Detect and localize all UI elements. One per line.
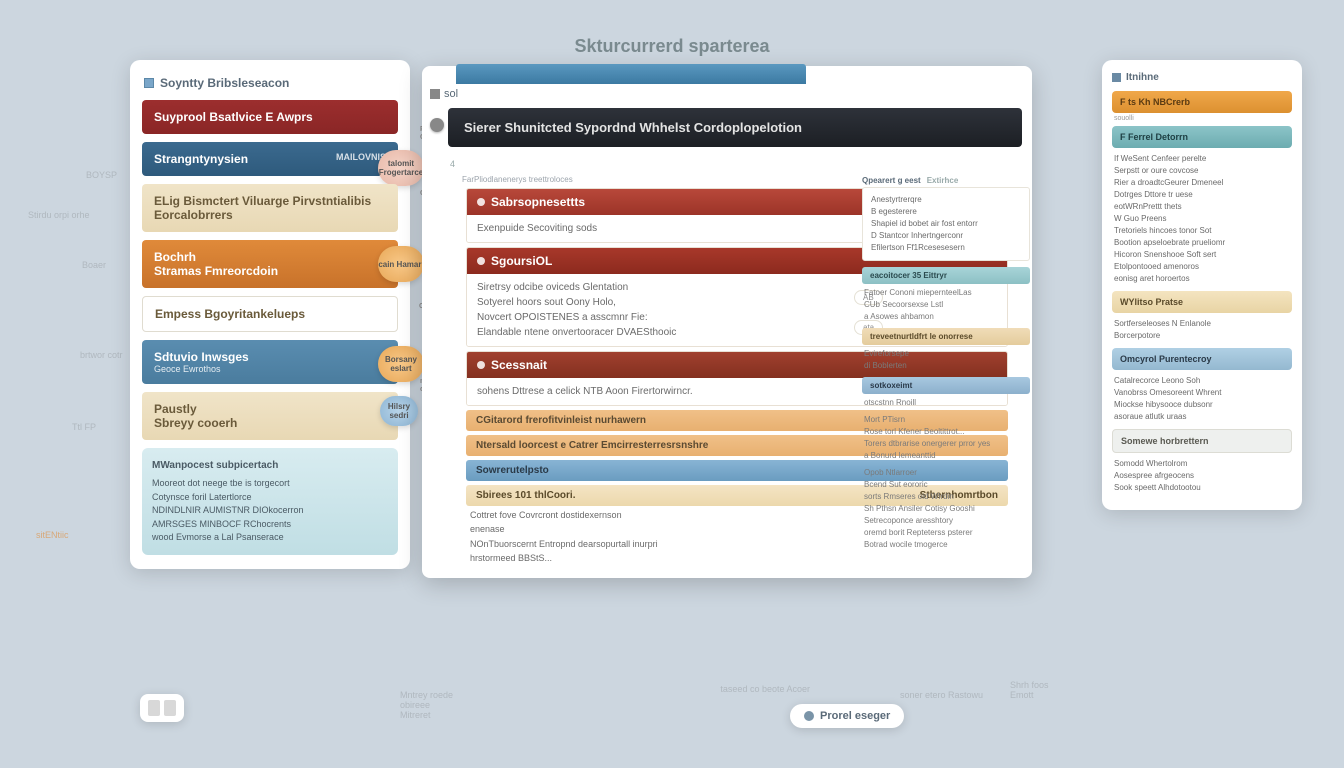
mini-bar[interactable]: eacoitocer 35 Eittryr bbox=[862, 267, 1030, 284]
tile-item[interactable]: Paustly Sbreyy cooerh Hilsry sedri manob… bbox=[142, 392, 398, 440]
center-label: sol bbox=[444, 88, 458, 100]
description-line: Cotynsce foril Latertlorce bbox=[152, 491, 388, 505]
right-panel-header: Itnihne bbox=[1112, 72, 1292, 83]
square-icon bbox=[144, 78, 154, 88]
rp-tile[interactable]: Omcyrol Purentecroy bbox=[1112, 348, 1292, 370]
pill-badge: Hilsry sedri bbox=[380, 396, 418, 426]
active-tab-bar[interactable] bbox=[456, 64, 806, 84]
rp-tile[interactable]: Somewe horbrettern bbox=[1112, 429, 1292, 453]
action-pill-button[interactable]: Prorel eseger bbox=[790, 704, 904, 728]
mini-head-a: Qpearert g eest bbox=[862, 176, 921, 185]
tile-item[interactable]: Strangntynysien MAILOVNIS talomit Froger… bbox=[142, 142, 398, 176]
ghost-text: Mntrey roede obireee Mitreret bbox=[400, 690, 460, 720]
page-title: Skturcurrerd sparterea bbox=[0, 36, 1344, 57]
ghost-text: Shrh foos Emott bbox=[1010, 680, 1070, 700]
rp-tile[interactable]: F ts Kh NBCrerb bbox=[1112, 91, 1292, 113]
ghost-text: Boaer bbox=[82, 260, 106, 270]
description-line: AMRSGES MINBOCF RChocrents bbox=[152, 518, 388, 532]
mini-bar[interactable]: treveetnurtldfrt le onorrese bbox=[862, 328, 1030, 345]
ghost-text: Ttl FP bbox=[72, 422, 96, 432]
right-mini-column: Qpearert g eest Extirhce Anestyrtrerqre B… bbox=[862, 176, 1030, 556]
tile-item[interactable]: Sdtuvio Inwsges Geoce Ewrothos Borsany e… bbox=[142, 340, 398, 384]
pill-badge: cain Hamari bbox=[378, 246, 424, 282]
ghost-text: Stirdu orpi orhe bbox=[28, 210, 90, 220]
left-panel: Soyntty Bribsleseacon Suyprool Bsatlvice… bbox=[130, 60, 410, 569]
mini-head-b: Extirhce bbox=[927, 176, 959, 185]
right-panel: Itnihne F ts Kh NBCrerb souolli F Ferrel… bbox=[1102, 60, 1302, 510]
right-panel-title: Itnihne bbox=[1126, 72, 1159, 83]
dot-icon bbox=[477, 198, 485, 206]
ghost-text: brtwor cotr bbox=[80, 350, 123, 360]
ghost-text: soner etero Rastowu bbox=[900, 690, 990, 700]
left-panel-header: Soyntty Bribsleseacon bbox=[144, 76, 398, 90]
pill-button-label: Prorel eseger bbox=[820, 710, 890, 722]
pill-badge: Borsany eslart bbox=[378, 346, 424, 382]
mini-box: Anestyrtrerqre B egesterere Shapiel id b… bbox=[862, 187, 1030, 261]
rp-text: Catalrecorce Leono Soh Vanobrss Omesoree… bbox=[1114, 375, 1290, 423]
rp-text: Somodd Whertolrom Aosespree afrgeocens S… bbox=[1114, 458, 1290, 494]
rp-tile[interactable]: F Ferrel Detorrn bbox=[1112, 126, 1292, 148]
mini-text: Evireforsepe di Boblerten bbox=[864, 348, 1028, 372]
mini-text: otscstnn Rnoill bbox=[864, 397, 1028, 409]
ghost-text: taseed co beote Acoer bbox=[720, 684, 810, 694]
description-panel: MWanpocest subpicertach Mooreot dot neeg… bbox=[142, 448, 398, 555]
rp-text: Sortferseleoses N Enlanole Borcerpotore bbox=[1114, 318, 1290, 342]
rp-text: If WeSent Cenfeer perelte Serpstt or our… bbox=[1114, 153, 1290, 285]
description-line: wood Evmorse a Lal Psanserace bbox=[152, 531, 388, 545]
square-icon bbox=[430, 89, 440, 99]
description-line: NDINDLNIR AUMISTNR DIOkocerron bbox=[152, 504, 388, 518]
mini-text: Opob Ntlarroer Bcend Sut eororic sorts R… bbox=[864, 467, 1028, 551]
left-panel-title: Soyntty Bribsleseacon bbox=[160, 76, 289, 90]
description-line: Mooreot dot neege tbe is torgecort bbox=[152, 477, 388, 491]
mini-text: Mort PTisrn Rose torl Kfener Beoltittrot… bbox=[864, 414, 1028, 462]
tile-item[interactable]: Empess Bgoyritankelueps Commntoayn bbox=[142, 296, 398, 332]
tool-icon bbox=[148, 700, 160, 716]
description-head: MWanpocest subpicertach bbox=[152, 458, 388, 473]
rp-label: souolli bbox=[1114, 115, 1290, 122]
section-number: 4 bbox=[450, 159, 1032, 169]
ghost-text: BOYSP bbox=[86, 170, 117, 180]
dot-icon bbox=[477, 257, 485, 265]
dot-icon bbox=[804, 711, 814, 721]
square-icon bbox=[1112, 73, 1121, 82]
rp-tile[interactable]: WYlitso Pratse bbox=[1112, 291, 1292, 313]
dot-icon bbox=[477, 361, 485, 369]
tile-item[interactable]: Bochrh Stramas Fmreorcdoin cain Hamari bbox=[142, 240, 398, 288]
mini-text: Fatoer Cononi miepernteelLas CUb Secoors… bbox=[864, 287, 1028, 323]
tile-item[interactable]: Suyprool Bsatlvice E Awprs bbox=[142, 100, 398, 134]
toolbar-widget[interactable] bbox=[140, 694, 184, 722]
title-bar: Sierer Shunitcted Sypordnd Whhelst Cordo… bbox=[448, 108, 1022, 147]
pill-badge: talomit Frogertarce bbox=[378, 150, 424, 186]
ghost-text: sitENtiic bbox=[36, 530, 69, 540]
mini-bar[interactable]: sotkoxeimt bbox=[862, 377, 1030, 394]
tool-icon bbox=[164, 700, 176, 716]
tile-item[interactable]: ELig Bismctert Viluarge Pirvstntialibis … bbox=[142, 184, 398, 232]
